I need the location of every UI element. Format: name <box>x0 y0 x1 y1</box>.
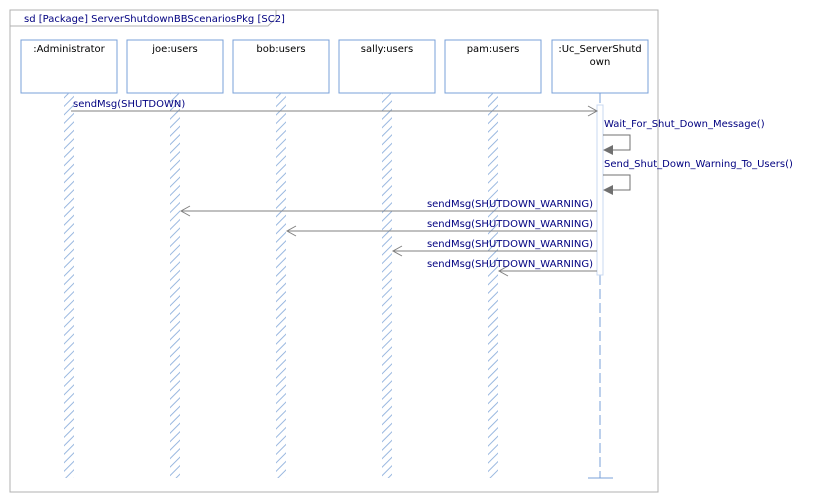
lifeline-stem <box>64 93 74 478</box>
message-label: sendMsg(SHUTDOWN_WARNING) <box>427 259 593 270</box>
lifeline-label: sally:users <box>361 44 413 55</box>
message-label: Wait_For_Shut_Down_Message() <box>604 119 765 130</box>
lifeline-label: own <box>590 57 611 68</box>
lifeline-stem <box>488 93 498 478</box>
message-label: sendMsg(SHUTDOWN_WARNING) <box>427 199 593 210</box>
message-label: sendMsg(SHUTDOWN_WARNING) <box>427 219 593 230</box>
sequence-diagram: sd [Package] ServerShutdownBBScenariosPk… <box>0 0 821 502</box>
lifeline-label: :Administrator <box>33 44 105 55</box>
message-label: sendMsg(SHUTDOWN_WARNING) <box>427 239 593 250</box>
lifeline-stem <box>382 93 392 478</box>
activation-bar <box>596 104 604 276</box>
lifeline-label: joe:users <box>151 44 197 55</box>
lifeline-label: pam:users <box>467 44 520 55</box>
lifeline-stem <box>276 93 286 478</box>
lifeline-stem <box>170 93 180 478</box>
diagram-canvas: sd [Package] ServerShutdownBBScenariosPk… <box>9 9 793 493</box>
message-label: sendMsg(SHUTDOWN) <box>73 99 185 110</box>
frame-title: sd [Package] ServerShutdownBBScenariosPk… <box>24 14 285 25</box>
lifeline-label: bob:users <box>256 44 305 55</box>
message-label: Send_Shut_Down_Warning_To_Users() <box>604 159 793 170</box>
lifeline-label: :Uc_ServerShutd <box>558 44 641 55</box>
activation <box>596 104 604 276</box>
